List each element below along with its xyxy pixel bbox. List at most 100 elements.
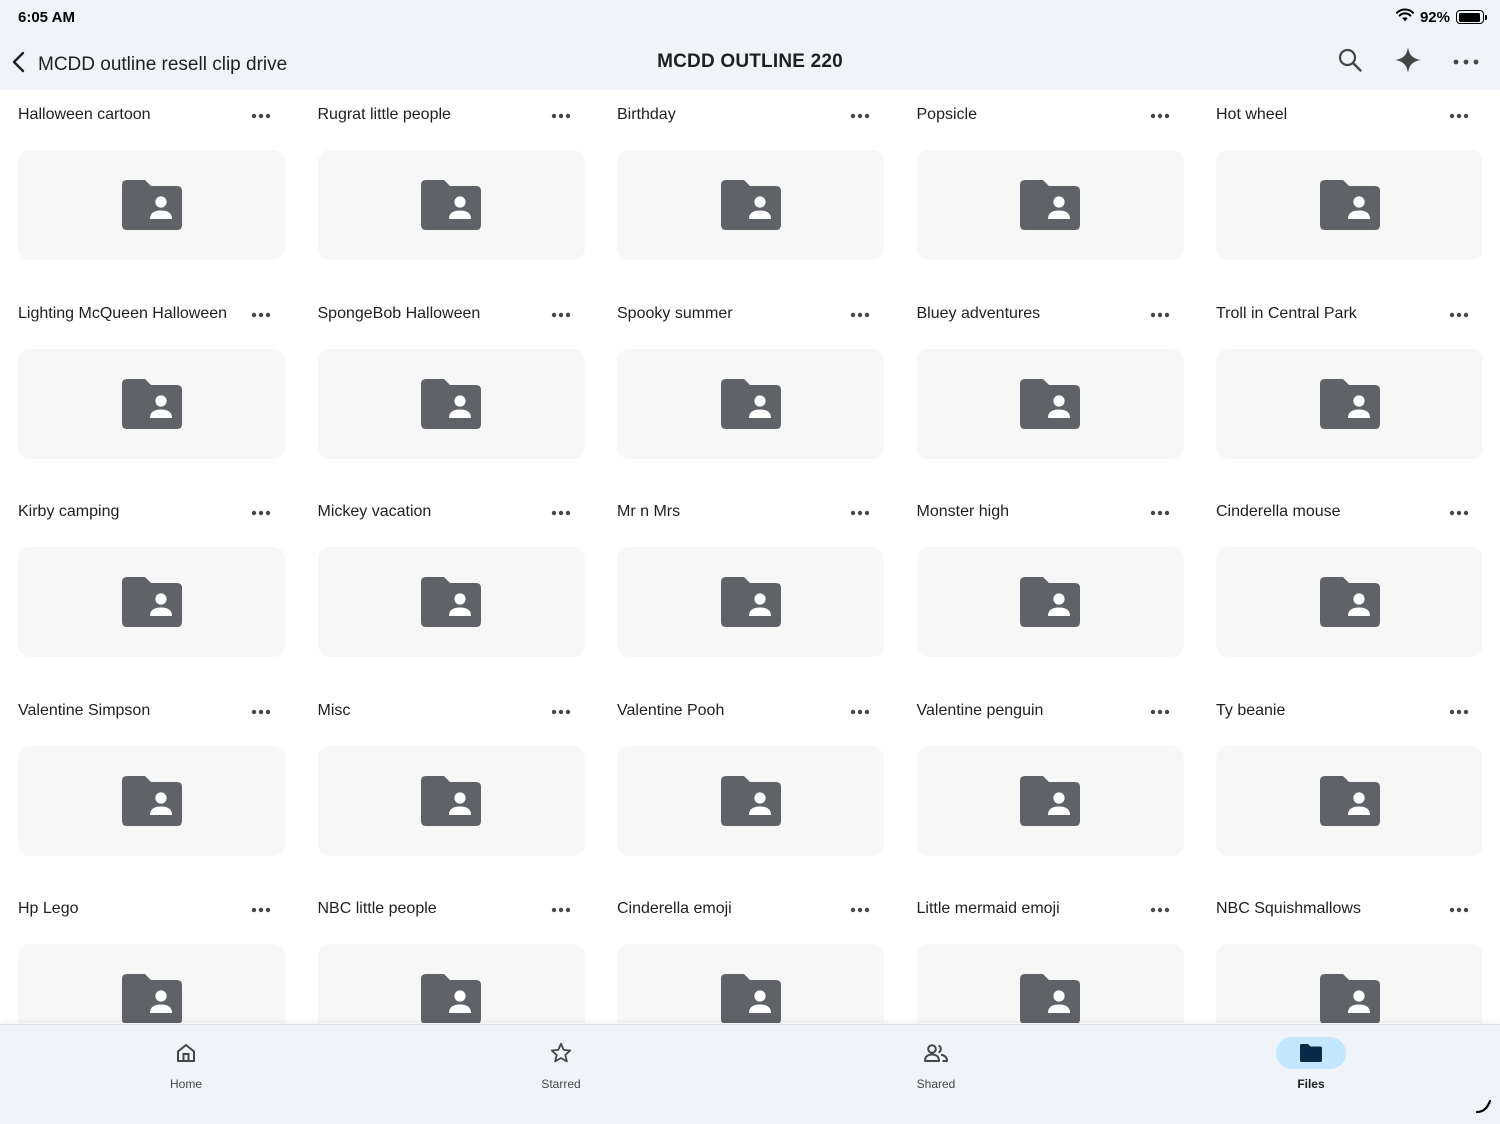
folder-more-button[interactable] (243, 104, 279, 128)
folder-thumbnail[interactable] (317, 547, 585, 657)
folder-thumbnail[interactable] (18, 348, 285, 459)
nav-item-shared[interactable]: Shared (876, 1037, 996, 1109)
folder-more-button[interactable] (1142, 898, 1178, 922)
nav-item-files[interactable]: Files (1251, 1037, 1371, 1109)
folder-card[interactable]: Misc (317, 692, 585, 856)
folder-more-button[interactable] (842, 104, 878, 128)
back-label: MCDD outline resell clip drive (38, 53, 288, 75)
shared-folder-icon (720, 378, 781, 429)
gemini-button[interactable] (1392, 46, 1424, 78)
folder-more-button[interactable] (842, 501, 878, 525)
folder-more-button[interactable] (1142, 104, 1178, 128)
folder-card[interactable]: Valentine Pooh (617, 692, 884, 856)
folder-thumbnail[interactable] (916, 547, 1184, 657)
search-icon (1337, 47, 1363, 78)
folder-thumbnail[interactable] (617, 745, 884, 856)
folder-thumbnail[interactable] (916, 944, 1184, 1023)
folder-name: NBC Squishmallows (1216, 900, 1361, 917)
folder-thumbnail[interactable] (1216, 944, 1482, 1023)
folder-card[interactable]: Kirby camping (18, 493, 285, 657)
folder-more-button[interactable] (543, 104, 579, 128)
shared-folder-icon (121, 577, 182, 627)
folder-more-button[interactable] (1441, 104, 1477, 128)
folder-more-button[interactable] (1142, 303, 1178, 327)
folder-thumbnail[interactable] (317, 150, 585, 260)
folder-card[interactable]: Troll in Central Park (1216, 295, 1482, 459)
folder-card[interactable]: Hot wheel (1216, 96, 1482, 260)
folder-thumbnail[interactable] (317, 348, 585, 459)
folder-card[interactable]: NBC little people (317, 890, 585, 1023)
folder-card[interactable]: Bluey adventures (916, 295, 1184, 459)
overflow-menu-button[interactable] (1450, 46, 1482, 78)
folder-thumbnail[interactable] (18, 944, 285, 1023)
folder-more-button[interactable] (543, 898, 579, 922)
folder-card[interactable]: Hp Lego (18, 890, 285, 1023)
folder-card[interactable]: Mickey vacation (317, 493, 585, 657)
folder-more-button[interactable] (1142, 501, 1178, 525)
folder-card[interactable]: Halloween cartoon (18, 96, 285, 260)
folder-card[interactable]: Cinderella mouse (1216, 493, 1482, 657)
shared-folder-icon (720, 180, 781, 230)
folder-card[interactable]: Monster high (916, 493, 1184, 657)
folder-card[interactable]: Lighting McQueen Halloween (18, 295, 285, 459)
folder-card[interactable]: Little mermaid emoji (916, 890, 1184, 1023)
folder-card[interactable]: Birthday (617, 96, 884, 260)
shared-folder-icon (1319, 180, 1380, 230)
folder-thumbnail[interactable] (18, 547, 285, 657)
folder-thumbnail[interactable] (18, 745, 285, 856)
folder-card[interactable]: Ty beanie (1216, 692, 1482, 856)
folder-card[interactable]: Popsicle (916, 96, 1184, 260)
shared-folder-icon (720, 775, 781, 826)
folder-card[interactable]: Valentine penguin (916, 692, 1184, 856)
folder-card-header: Valentine Pooh (617, 692, 884, 730)
folder-name: Spooky summer (617, 304, 733, 322)
folder-more-button[interactable] (543, 501, 579, 525)
shared-folder-icon (720, 577, 781, 627)
folder-more-button[interactable] (1142, 700, 1178, 724)
folder-thumbnail[interactable] (1216, 745, 1482, 856)
folder-more-button[interactable] (243, 898, 279, 922)
nav-item-home[interactable]: Home (126, 1037, 246, 1109)
folder-thumbnail[interactable] (617, 348, 884, 459)
folder-more-button[interactable] (1441, 700, 1477, 724)
folder-more-button[interactable] (543, 700, 579, 724)
more-horizontal-icon (1453, 53, 1479, 71)
folder-thumbnail[interactable] (916, 745, 1184, 856)
folder-thumbnail[interactable] (1216, 348, 1482, 459)
back-button[interactable]: MCDD outline resell clip drive (10, 50, 287, 79)
folder-more-button[interactable] (842, 700, 878, 724)
folder-more-button[interactable] (1441, 501, 1477, 525)
folder-more-button[interactable] (1441, 898, 1477, 922)
folder-more-button[interactable] (543, 303, 579, 327)
folder-thumbnail[interactable] (617, 150, 884, 260)
folder-card[interactable]: Spooky summer (617, 295, 884, 459)
folder-card[interactable]: Rugrat little people (317, 96, 585, 260)
folder-more-button[interactable] (243, 501, 279, 525)
folder-thumbnail[interactable] (18, 150, 285, 260)
folder-card[interactable]: Cinderella emoji (617, 890, 884, 1023)
folder-name: Mr n Mrs (617, 503, 681, 520)
folder-card[interactable]: Mr n Mrs (617, 493, 884, 657)
folder-more-button[interactable] (842, 898, 878, 922)
folder-card[interactable]: Valentine Simpson (18, 692, 285, 856)
search-button[interactable] (1334, 46, 1366, 78)
folder-more-button[interactable] (243, 303, 279, 327)
folder-name: Halloween cartoon (18, 106, 151, 123)
folder-card[interactable]: NBC Squishmallows (1216, 890, 1482, 1023)
folder-card-header: Popsicle (917, 96, 1184, 134)
folder-thumbnail[interactable] (317, 745, 585, 856)
folder-thumbnail[interactable] (617, 547, 884, 657)
folder-thumbnail[interactable] (617, 944, 884, 1023)
folder-thumbnail[interactable] (1216, 150, 1482, 260)
folder-more-button[interactable] (1441, 303, 1477, 327)
folder-card[interactable]: SpongeBob Halloween (317, 295, 585, 459)
nav-item-starred[interactable]: Starred (501, 1037, 621, 1109)
folder-thumbnail[interactable] (916, 348, 1184, 459)
folder-thumbnail[interactable] (317, 944, 585, 1023)
folder-more-button[interactable] (842, 303, 878, 327)
folder-thumbnail[interactable] (916, 150, 1184, 260)
folder-more-button[interactable] (243, 700, 279, 724)
more-horizontal-icon (1150, 709, 1170, 715)
folder-row: Hp Lego NBC little people Cinderella emoji… (18, 890, 1482, 1023)
folder-thumbnail[interactable] (1216, 547, 1482, 657)
